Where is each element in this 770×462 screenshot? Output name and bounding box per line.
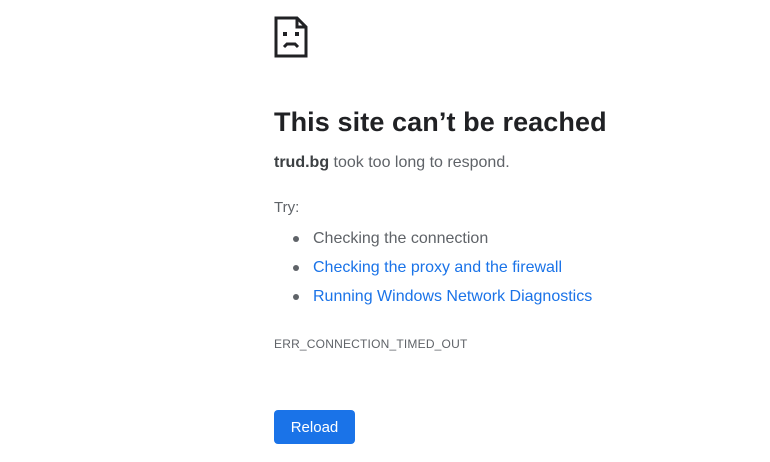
check-proxy-firewall-link[interactable]: Checking the proxy and the firewall bbox=[313, 259, 562, 276]
sad-page-icon bbox=[274, 16, 744, 58]
error-message: trud.bg took too long to respond. bbox=[274, 153, 744, 173]
error-message-text: took too long to respond. bbox=[329, 154, 510, 171]
suggestion-network-diagnostics: Running Windows Network Diagnostics bbox=[293, 282, 744, 311]
page-title: This site can’t be reached bbox=[274, 107, 607, 137]
reload-button[interactable]: Reload bbox=[274, 410, 355, 444]
bullet-icon bbox=[293, 265, 299, 271]
network-diagnostics-link[interactable]: Running Windows Network Diagnostics bbox=[313, 288, 592, 305]
suggestion-label: Checking the connection bbox=[313, 230, 489, 247]
suggestions-list: Checking the connection Checking the pro… bbox=[274, 224, 744, 311]
bullet-icon bbox=[293, 236, 299, 242]
try-label: Try: bbox=[274, 199, 300, 216]
host-name: trud.bg bbox=[274, 154, 330, 171]
suggestion-check-proxy-firewall: Checking the proxy and the firewall bbox=[293, 253, 744, 282]
bullet-icon bbox=[293, 294, 299, 300]
suggestion-check-connection: Checking the connection bbox=[293, 224, 744, 253]
error-page: This site can’t be reached trud.bg took … bbox=[0, 0, 770, 462]
error-code: ERR_CONNECTION_TIMED_OUT bbox=[274, 337, 468, 351]
error-content: This site can’t be reached trud.bg took … bbox=[274, 16, 744, 352]
